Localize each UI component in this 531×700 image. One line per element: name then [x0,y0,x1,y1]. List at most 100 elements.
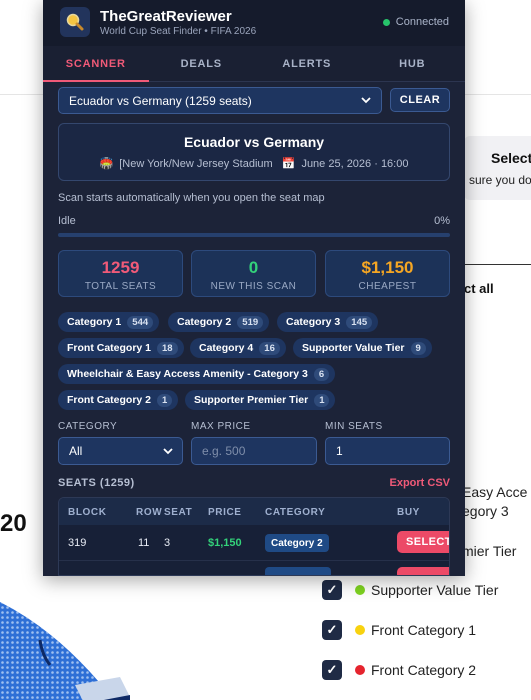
connection-status: Connected [382,16,449,28]
checkbox-checked[interactable]: ✓ [322,660,342,680]
extension-panel: TheGreatReviewer World Cup Seat Finder •… [43,0,465,576]
stat-label: NEW THIS SCAN [210,281,297,292]
select-seat-button[interactable] [397,567,449,575]
stat-total-seats: 1259 TOTAL SEATS [58,250,183,297]
category-filter-value: All [69,444,83,458]
legend-color-dot [355,665,365,675]
match-title: Ecuador vs Germany [183,134,325,150]
legend-color-dot [355,585,365,595]
column-header[interactable]: PRICE [208,507,242,518]
match-card: Ecuador vs Germany 🏟️ [New York/New Jerse… [58,123,450,181]
magnifier-logo-icon [60,7,90,37]
column-header: BUY [397,507,420,518]
stadium-map[interactable] [0,585,130,700]
chip-count: 18 [157,341,178,355]
stat-label: CHEAPEST [358,281,417,292]
cell-category-pill [265,567,331,575]
chevron-down-icon [360,94,372,109]
status-dot-icon [382,18,390,26]
chip-label: Front Category 2 [67,394,152,406]
cell-row: 11 [138,537,150,549]
chip-label: Category 3 [286,316,341,328]
category-chip[interactable]: Supporter Value Tier 9 [293,338,432,358]
category-chip[interactable]: Front Category 2 1 [58,390,179,410]
export-csv-link[interactable]: Export CSV [389,477,450,489]
stat-value: 0 [248,258,259,277]
chip-count: 145 [346,315,373,329]
tab-alerts[interactable]: ALERTS [254,46,360,81]
chip-count: 519 [237,315,264,329]
clear-button[interactable]: CLEAR [390,88,450,112]
tab-scanner[interactable]: SCANNER [43,46,149,82]
chip-count: 1 [314,393,330,407]
match-venue: [New York/New Jersey Stadium [119,158,273,170]
stat-cheapest: $1,150 CHEAPEST [325,250,450,297]
category-filter-select[interactable]: All [58,437,183,465]
legend-color-dot [355,625,365,635]
cell-block: 319 [68,537,87,549]
category-chip[interactable]: Supporter Premier Tier 1 [185,390,336,410]
chip-label: Wheelchair & Easy Access Amenity - Categ… [67,368,308,380]
category-chip[interactable]: Category 3 145 [277,312,379,332]
category-chip[interactable]: Category 2 519 [168,312,270,332]
match-select[interactable]: Ecuador vs Germany (1259 seats) [58,87,382,114]
select-info-text: sure you do [469,173,531,187]
legend-row[interactable]: ✓ Front Category 2 [322,660,476,680]
match-datetime: June 25, 2026 · 16:00 [301,158,409,170]
select-seat-button[interactable]: SELECT [397,531,449,553]
legend-label: Front Category 1 [371,622,477,638]
category-filter-label: CATEGORY [58,421,118,432]
stat-value: 1259 [101,258,140,277]
category-chip[interactable]: Front Category 1 18 [58,338,184,358]
legend-item-premier-tier[interactable]: mier Tier [462,543,516,559]
column-header[interactable]: CATEGORY [265,507,325,518]
chevron-down-icon [162,445,174,460]
category-chip[interactable]: Wheelchair & Easy Access Amenity - Categ… [58,364,336,384]
select-all-link[interactable]: ct all [464,281,494,296]
stat-value: $1,150 [361,258,414,277]
filter-divider [464,264,531,265]
panel-header: TheGreatReviewer World Cup Seat Finder •… [43,0,465,46]
chip-label: Front Category 1 [67,342,152,354]
min-seats-input[interactable]: 1 [325,437,450,465]
chip-count: 544 [127,315,154,329]
chip-count: 1 [157,393,173,407]
legend-label: Front Category 2 [371,662,477,678]
chip-label: Category 2 [177,316,232,328]
stat-label: TOTAL SEATS [84,281,157,292]
connection-status-label: Connected [395,16,449,28]
stadium-icon: 🏟️ [99,158,114,170]
table-row-partial[interactable] [59,562,449,575]
match-select-value: Ecuador vs Germany (1259 seats) [69,93,252,108]
app-subtitle: World Cup Seat Finder • FIFA 2026 [100,26,257,37]
max-price-input[interactable]: e.g. 500 [191,437,317,465]
scan-status-row: Idle 0% [58,215,450,227]
checkbox-checked[interactable]: ✓ [322,620,342,640]
calendar-icon: 📅 [281,158,296,170]
column-header[interactable]: ROW [136,507,162,518]
category-chip[interactable]: Category 4 16 [190,338,286,358]
match-meta: 🏟️ [New York/New Jersey Stadium 📅 June 25,… [59,157,449,170]
tab-bar: SCANNER DEALS ALERTS HUB [43,46,465,82]
chip-count: 16 [259,341,280,355]
legend-row[interactable]: ✓ Supporter Value Tier [322,580,498,600]
select-info-card [464,136,531,200]
chip-label: Category 1 [67,316,122,328]
cell-category-pill: Category 2 [265,534,329,552]
legend-row[interactable]: ✓ Front Category 1 [322,620,476,640]
scan-percent: 0% [434,215,450,227]
tab-deals[interactable]: DEALS [149,46,255,81]
checkbox-checked[interactable]: ✓ [322,580,342,600]
chip-count: 9 [410,341,426,355]
category-chip[interactable]: Category 1 544 [58,312,160,332]
min-seats-label: MIN SEATS [325,421,383,432]
scan-status: Idle [58,215,76,227]
table-row[interactable]: 319 11 3 $1,150 Category 2 SELECT [59,525,449,561]
chip-label: Category 4 [199,342,254,354]
legend-item-easy-access[interactable]: Easy Acce [462,484,527,500]
column-header[interactable]: SEAT [164,507,192,518]
chip-count: 6 [313,367,330,381]
column-header[interactable]: BLOCK [68,507,107,518]
tab-hub[interactable]: HUB [360,46,466,81]
cell-seat: 3 [164,537,171,549]
